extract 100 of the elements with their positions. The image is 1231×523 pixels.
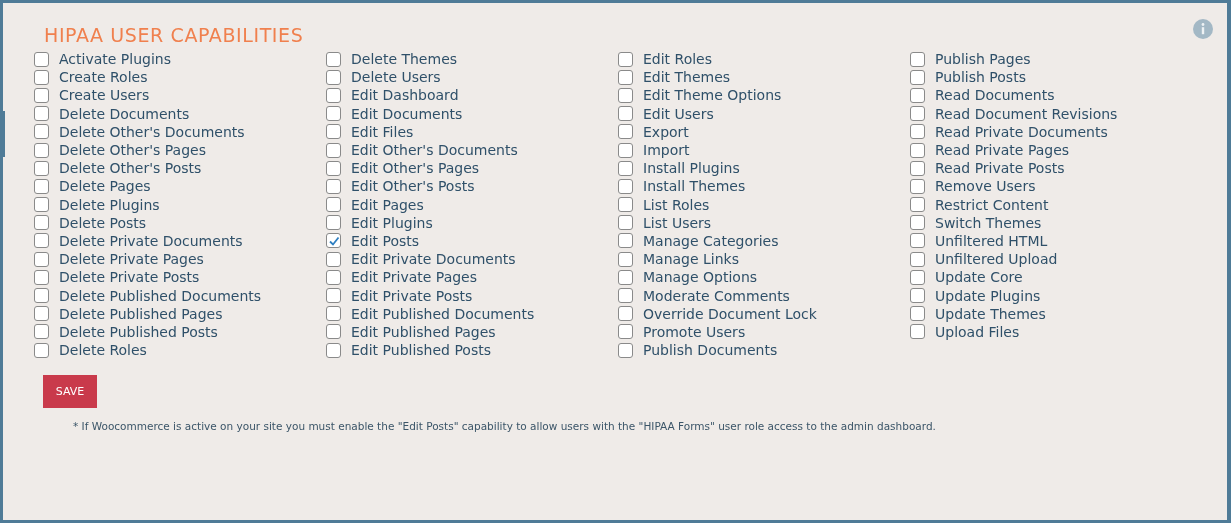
checkbox[interactable] <box>326 324 341 340</box>
capability-checkbox[interactable]: Edit Private Pages <box>326 268 618 287</box>
checkbox[interactable] <box>34 124 49 140</box>
checkbox[interactable] <box>34 269 49 285</box>
checkbox[interactable] <box>910 51 925 67</box>
capability-checkbox[interactable]: Promote Users <box>618 322 910 341</box>
capability-checkbox[interactable]: Read Private Posts <box>910 159 1202 178</box>
checkbox[interactable] <box>618 233 633 249</box>
capability-checkbox[interactable]: Read Private Pages <box>910 140 1202 160</box>
checkbox[interactable] <box>910 233 925 249</box>
checkbox[interactable] <box>326 233 341 249</box>
checkbox[interactable] <box>618 251 633 267</box>
capability-checkbox[interactable]: Delete Users <box>326 68 618 87</box>
checkbox[interactable] <box>326 306 341 322</box>
checkbox[interactable] <box>618 51 633 67</box>
capability-checkbox[interactable]: Moderate Comments <box>618 286 910 305</box>
capability-checkbox[interactable]: Read Private Documents <box>910 122 1202 141</box>
checkbox[interactable] <box>910 124 925 140</box>
checkbox[interactable] <box>34 178 49 194</box>
capability-checkbox[interactable]: Edit Documents <box>326 104 618 123</box>
checkbox[interactable] <box>326 51 341 67</box>
capability-checkbox[interactable]: List Users <box>618 213 910 232</box>
checkbox[interactable] <box>326 288 341 304</box>
capability-checkbox[interactable]: Delete Private Documents <box>34 231 326 251</box>
checkbox[interactable] <box>910 251 925 267</box>
capability-checkbox[interactable]: Delete Plugins <box>34 195 326 214</box>
capability-checkbox[interactable]: Delete Published Pages <box>34 304 326 323</box>
capability-checkbox[interactable]: Unfiltered HTML <box>910 231 1202 251</box>
capability-checkbox[interactable]: Remove Users <box>910 177 1202 196</box>
checkbox[interactable] <box>34 69 49 85</box>
capability-checkbox[interactable]: Override Document Lock <box>618 304 910 323</box>
capability-checkbox[interactable]: Delete Posts <box>34 213 326 232</box>
capability-checkbox[interactable]: Publish Posts <box>910 68 1202 87</box>
capability-checkbox[interactable]: Delete Private Pages <box>34 250 326 269</box>
capability-checkbox[interactable]: Delete Themes <box>326 50 618 69</box>
checkbox[interactable] <box>326 69 341 85</box>
capability-checkbox[interactable]: Update Themes <box>910 304 1202 323</box>
capability-checkbox[interactable]: Import <box>618 140 910 160</box>
capability-checkbox[interactable]: Read Document Revisions <box>910 104 1202 123</box>
capability-checkbox[interactable]: Publish Documents <box>618 341 910 360</box>
capability-checkbox[interactable]: Edit Private Documents <box>326 250 618 269</box>
checkbox[interactable] <box>910 87 925 103</box>
capability-checkbox[interactable]: Manage Options <box>618 268 910 287</box>
checkbox[interactable] <box>34 197 49 213</box>
capability-checkbox[interactable]: Edit Private Posts <box>326 286 618 305</box>
capability-checkbox[interactable]: Delete Other's Posts <box>34 159 326 178</box>
checkbox[interactable] <box>910 69 925 85</box>
checkbox[interactable] <box>34 324 49 340</box>
checkbox[interactable] <box>618 324 633 340</box>
capability-checkbox[interactable]: Install Themes <box>618 177 910 196</box>
checkbox[interactable] <box>618 142 633 158</box>
capability-checkbox[interactable]: Edit Other's Pages <box>326 159 618 178</box>
checkbox[interactable] <box>618 87 633 103</box>
checkbox[interactable] <box>618 160 633 176</box>
capability-checkbox[interactable]: Edit Pages <box>326 195 618 214</box>
capability-checkbox[interactable]: List Roles <box>618 195 910 214</box>
checkbox[interactable] <box>910 197 925 213</box>
checkbox[interactable] <box>34 215 49 231</box>
capability-checkbox[interactable]: Edit Published Posts <box>326 341 618 360</box>
checkbox[interactable] <box>910 142 925 158</box>
checkbox[interactable] <box>910 288 925 304</box>
capability-checkbox[interactable]: Unfiltered Upload <box>910 250 1202 269</box>
checkbox[interactable] <box>618 69 633 85</box>
capability-checkbox[interactable]: Edit Dashboard <box>326 86 618 105</box>
checkbox[interactable] <box>34 106 49 122</box>
capability-checkbox[interactable]: Create Users <box>34 86 326 105</box>
checkbox[interactable] <box>326 215 341 231</box>
capability-checkbox[interactable]: Edit Published Pages <box>326 322 618 341</box>
checkbox[interactable] <box>326 142 341 158</box>
capability-checkbox[interactable]: Delete Published Posts <box>34 322 326 341</box>
capability-checkbox[interactable]: Restrict Content <box>910 195 1202 214</box>
checkbox[interactable] <box>910 324 925 340</box>
capability-checkbox[interactable]: Create Roles <box>34 68 326 87</box>
checkbox[interactable] <box>326 87 341 103</box>
capability-checkbox[interactable]: Edit Users <box>618 104 910 123</box>
checkbox[interactable] <box>34 142 49 158</box>
checkbox[interactable] <box>326 106 341 122</box>
checkbox[interactable] <box>618 288 633 304</box>
capability-checkbox[interactable]: Edit Roles <box>618 50 910 69</box>
checkbox[interactable] <box>326 197 341 213</box>
capability-checkbox[interactable]: Edit Posts <box>326 231 618 251</box>
capability-checkbox[interactable]: Edit Files <box>326 122 618 141</box>
checkbox[interactable] <box>34 251 49 267</box>
checkbox[interactable] <box>910 178 925 194</box>
checkbox[interactable] <box>618 178 633 194</box>
checkbox[interactable] <box>910 106 925 122</box>
capability-checkbox[interactable]: Delete Roles <box>34 341 326 360</box>
capability-checkbox[interactable]: Edit Other's Documents <box>326 140 618 160</box>
checkbox[interactable] <box>34 160 49 176</box>
checkbox[interactable] <box>910 306 925 322</box>
capability-checkbox[interactable]: Delete Documents <box>34 104 326 123</box>
checkbox[interactable] <box>910 160 925 176</box>
checkbox[interactable] <box>910 269 925 285</box>
checkbox[interactable] <box>618 215 633 231</box>
checkbox[interactable] <box>34 87 49 103</box>
checkbox[interactable] <box>326 124 341 140</box>
capability-checkbox[interactable]: Delete Pages <box>34 177 326 196</box>
capability-checkbox[interactable]: Update Core <box>910 268 1202 287</box>
capability-checkbox[interactable]: Edit Plugins <box>326 213 618 232</box>
capability-checkbox[interactable]: Edit Published Documents <box>326 304 618 323</box>
